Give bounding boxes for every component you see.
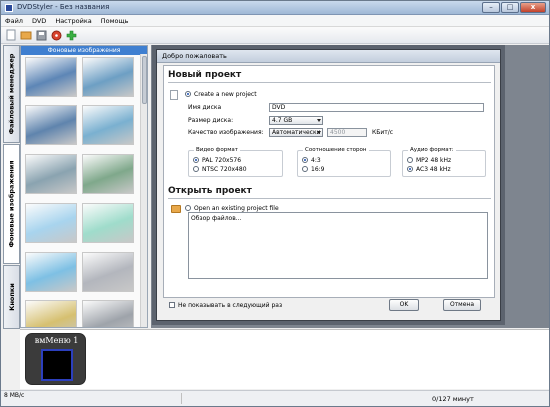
tab-backgrounds[interactable]: Фоновые изображения bbox=[3, 144, 20, 264]
aspect-title: Соотношение сторон bbox=[303, 147, 369, 153]
open-icon[interactable] bbox=[20, 29, 32, 41]
gallery-thumb[interactable] bbox=[25, 154, 77, 194]
gallery-thumb[interactable] bbox=[82, 105, 134, 145]
tab-buttons[interactable]: Кнопки bbox=[3, 265, 20, 329]
disc-name-label: Имя диска bbox=[188, 104, 222, 111]
new-icon[interactable] bbox=[5, 29, 17, 41]
bitrate-input[interactable]: 4500 bbox=[327, 128, 367, 137]
quality-select[interactable]: Автоматически bbox=[269, 128, 323, 137]
ntsc-radio[interactable] bbox=[193, 166, 199, 172]
open-project-heading: Открыть проект bbox=[168, 186, 252, 196]
add-icon[interactable] bbox=[65, 29, 77, 41]
aspect-group: Соотношение сторон 4:3 16:9 bbox=[297, 147, 391, 177]
gallery-thumb[interactable] bbox=[82, 203, 134, 243]
quality-label: Качество изображения: bbox=[188, 129, 264, 136]
aspect-16-9-radio[interactable] bbox=[302, 166, 308, 172]
video-format-title: Видео формат bbox=[194, 147, 240, 153]
gallery-thumb[interactable] bbox=[25, 252, 77, 292]
status-bar: 8 MB/c 0/127 минут bbox=[1, 390, 549, 406]
create-project-radio[interactable] bbox=[185, 91, 191, 97]
folder-icon bbox=[171, 205, 181, 213]
disc-name-input[interactable]: DVD bbox=[269, 103, 484, 112]
menu-settings[interactable]: Настройка bbox=[55, 17, 91, 25]
title-bar: DVDStyler - Без названия – □ x bbox=[1, 1, 549, 15]
gallery-thumb[interactable] bbox=[25, 203, 77, 243]
aspect-4-3-label: 4:3 bbox=[311, 157, 321, 164]
recent-files-list[interactable]: Обзор файлов... bbox=[188, 212, 488, 279]
toolbar bbox=[1, 27, 549, 44]
audio-format-group: Аудио формат: MP2 48 kHz AC3 48 kHz bbox=[402, 147, 486, 177]
aspect-16-9-label: 16:9 bbox=[311, 166, 325, 173]
bitrate-status: 8 MB/c bbox=[4, 392, 25, 399]
pal-label: PAL 720x576 bbox=[202, 157, 242, 164]
gallery-thumb[interactable] bbox=[25, 105, 77, 145]
welcome-dialog: Добро пожаловать Новый проект Create a n… bbox=[156, 49, 501, 321]
cancel-button[interactable]: Отмена bbox=[443, 299, 481, 311]
scrollbar-thumb[interactable] bbox=[142, 56, 147, 104]
gallery-thumb[interactable] bbox=[25, 57, 77, 97]
menu-thumbnail-label: вмМеню 1 bbox=[34, 336, 79, 345]
aspect-4-3-radio[interactable] bbox=[302, 157, 308, 163]
new-project-icon bbox=[170, 90, 178, 100]
gallery-thumb[interactable] bbox=[82, 300, 134, 327]
ok-button[interactable]: OK bbox=[389, 299, 419, 311]
gallery-header: Фоновые изображения bbox=[21, 46, 147, 55]
bitrate-unit: КБит/с bbox=[372, 129, 394, 136]
dont-show-label: Не показывать в следующий раз bbox=[178, 302, 283, 309]
new-project-heading: Новый проект bbox=[168, 70, 242, 80]
chevron-down-icon bbox=[317, 119, 321, 122]
open-project-radio[interactable] bbox=[185, 205, 191, 211]
browse-files-item[interactable]: Обзор файлов... bbox=[191, 215, 485, 222]
divider bbox=[168, 82, 491, 83]
ac3-label: AC3 48 kHz bbox=[416, 166, 451, 173]
disc-size-select[interactable]: 4.7 GB bbox=[269, 116, 323, 125]
mp2-radio[interactable] bbox=[407, 157, 413, 163]
chevron-down-icon bbox=[317, 131, 321, 134]
burn-icon[interactable] bbox=[50, 29, 62, 41]
dont-show-checkbox[interactable] bbox=[169, 302, 175, 308]
vertical-tabs: Файловый менеджер Фоновые изображения Кн… bbox=[3, 45, 20, 329]
divider bbox=[168, 198, 491, 199]
dialog-panel: Новый проект Create a new project Имя ди… bbox=[163, 65, 495, 298]
window-title: DVDStyler - Без названия bbox=[17, 3, 110, 11]
mp2-label: MP2 48 kHz bbox=[416, 157, 452, 164]
gallery-scrollbar[interactable] bbox=[140, 54, 147, 327]
app-icon bbox=[5, 4, 13, 12]
ac3-radio[interactable] bbox=[407, 166, 413, 172]
tab-file-manager[interactable]: Файловый менеджер bbox=[3, 45, 20, 143]
gallery-thumb[interactable] bbox=[82, 154, 134, 194]
background-gallery: Фоновые изображения bbox=[20, 45, 148, 328]
menu-preview bbox=[41, 349, 73, 381]
duration-status: 0/127 минут bbox=[432, 395, 474, 403]
open-project-label: Open an existing project file bbox=[194, 205, 279, 212]
status-separator bbox=[181, 393, 182, 404]
menu-thumbnail[interactable]: вмМеню 1 bbox=[25, 333, 86, 385]
video-format-group: Видео формат PAL 720x576 NTSC 720x480 bbox=[188, 147, 283, 177]
create-project-label: Create a new project bbox=[194, 91, 257, 98]
gallery-thumb[interactable] bbox=[82, 252, 134, 292]
menu-bar: Файл DVD Настройка Помощь bbox=[1, 15, 549, 27]
titleset-panel: вмМеню 1 bbox=[20, 329, 549, 389]
audio-format-title: Аудио формат: bbox=[408, 147, 456, 153]
menu-help[interactable]: Помощь bbox=[101, 17, 129, 25]
save-icon[interactable] bbox=[35, 29, 47, 41]
app-window: DVDStyler - Без названия – □ x Файл DVD … bbox=[0, 0, 550, 407]
disc-size-label: Размер диска: bbox=[188, 117, 234, 124]
minimize-button[interactable]: – bbox=[482, 2, 500, 13]
dialog-title: Добро пожаловать bbox=[157, 50, 500, 63]
ntsc-label: NTSC 720x480 bbox=[202, 166, 247, 173]
menu-dvd[interactable]: DVD bbox=[32, 17, 46, 25]
close-button[interactable]: x bbox=[520, 2, 546, 13]
gallery-thumb[interactable] bbox=[82, 57, 134, 97]
gallery-thumb[interactable] bbox=[25, 300, 77, 327]
menu-file[interactable]: Файл bbox=[5, 17, 23, 25]
pal-radio[interactable] bbox=[193, 157, 199, 163]
maximize-button[interactable]: □ bbox=[501, 2, 519, 13]
